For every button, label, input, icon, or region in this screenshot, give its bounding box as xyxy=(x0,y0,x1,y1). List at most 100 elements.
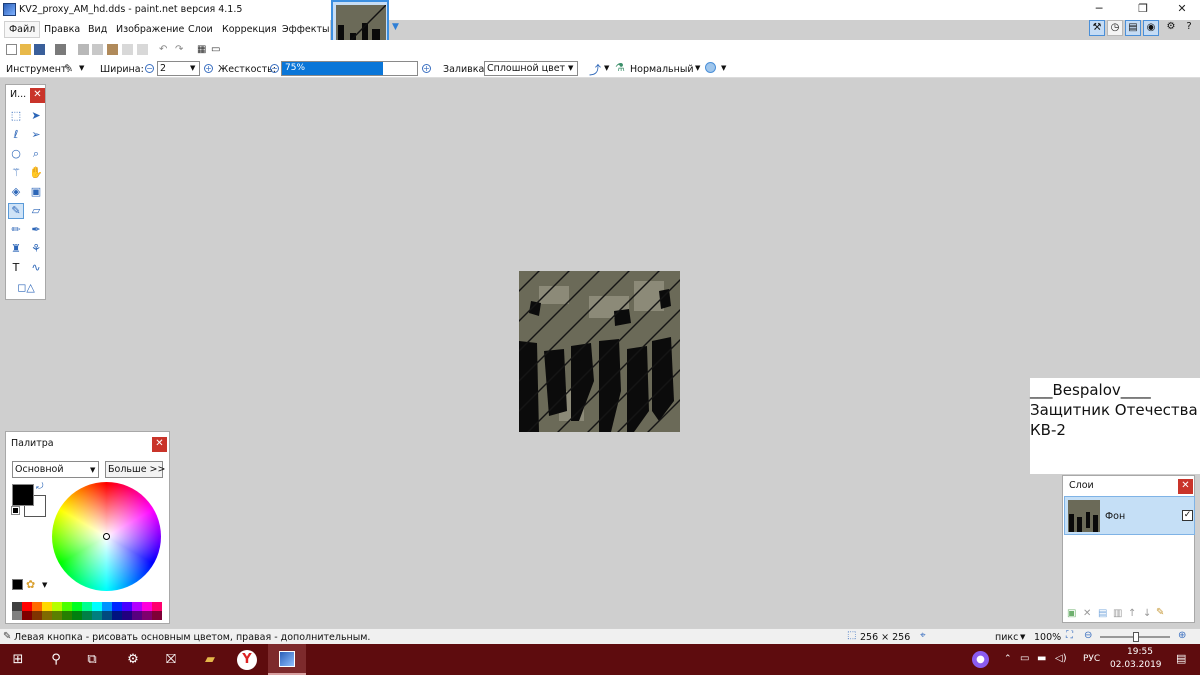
palette-swatch[interactable] xyxy=(12,611,22,620)
width-decrease-icon[interactable]: − xyxy=(145,64,154,73)
palette-swatch[interactable] xyxy=(32,602,42,611)
delete-layer-icon[interactable]: ✕ xyxy=(1083,608,1091,619)
zoom-fit-icon[interactable]: ⛶ xyxy=(1066,630,1073,641)
redo-icon[interactable]: ↷ xyxy=(175,44,186,55)
zoom-icon[interactable]: ⌕ xyxy=(28,146,44,162)
windows-start-icon[interactable]: ⊞ xyxy=(8,650,28,670)
gradient-icon[interactable]: ▣ xyxy=(28,184,44,200)
primary-color-swatch[interactable] xyxy=(12,484,34,506)
search-icon[interactable]: ⚲ xyxy=(46,650,66,670)
magic-wand-icon[interactable]: ⚚ xyxy=(8,165,24,181)
tools-window-toggle-icon[interactable]: ⚒ xyxy=(1089,20,1105,36)
layer-row[interactable]: Фон ✓ xyxy=(1064,496,1195,535)
palette-swatch[interactable] xyxy=(122,602,132,611)
save-icon[interactable] xyxy=(34,44,45,55)
tool-dropdown-icon[interactable]: ▼ xyxy=(79,64,84,72)
task-view-icon[interactable]: ⧉ xyxy=(82,650,102,670)
line-curve-icon[interactable]: ∿ xyxy=(28,260,44,276)
print-icon[interactable] xyxy=(55,44,66,55)
merge-layer-icon[interactable]: ▥ xyxy=(1113,608,1122,619)
undo-icon[interactable]: ↶ xyxy=(159,44,170,55)
volume-icon[interactable]: ◁) xyxy=(1055,653,1067,664)
palette-close-button[interactable]: ✕ xyxy=(152,437,167,452)
palette-swatch[interactable] xyxy=(82,611,92,620)
ellipse-select-icon[interactable]: ○ xyxy=(8,146,24,162)
menu-file[interactable]: Файл xyxy=(4,21,41,38)
palette-swatch[interactable] xyxy=(92,602,102,611)
units-select[interactable]: пикс xyxy=(995,632,1018,643)
antialiasing-dropdown-icon[interactable]: ▼ xyxy=(604,64,609,72)
menu-layers[interactable]: Слои xyxy=(188,24,213,35)
minimize-button[interactable]: ─ xyxy=(1085,0,1113,20)
paintnet-taskbar-button[interactable] xyxy=(268,644,306,675)
pencil-icon[interactable]: ✏ xyxy=(8,222,24,238)
paint-bucket-icon[interactable]: ◈ xyxy=(8,184,24,200)
shapes-icon[interactable]: ◻△ xyxy=(12,280,40,296)
clone-stamp-icon[interactable]: ♜ xyxy=(8,241,24,257)
fill-select[interactable]: Сплошной цвет xyxy=(484,61,578,76)
palette-swatch[interactable] xyxy=(112,611,122,620)
hardness-slider[interactable]: 75% xyxy=(281,61,418,76)
zoom-out-icon[interactable]: ⊖ xyxy=(1084,630,1092,641)
blend-mode-select[interactable]: Нормальный xyxy=(630,64,694,75)
palette-swatch[interactable] xyxy=(132,611,142,620)
settings-gear-icon[interactable]: ⚙ xyxy=(1163,20,1179,36)
ruler-icon[interactable]: ▭ xyxy=(211,44,222,55)
palette-swatch[interactable] xyxy=(92,611,102,620)
fill-dropdown-icon[interactable]: ▼ xyxy=(568,64,573,72)
color-wheel-cursor[interactable] xyxy=(103,533,110,540)
move-layer-down-icon[interactable]: ↓ xyxy=(1143,608,1151,619)
notification-icon[interactable]: ▭ xyxy=(1020,653,1029,664)
palette-swatch[interactable] xyxy=(152,611,162,620)
palette-swatch[interactable] xyxy=(142,611,152,620)
tab-dropdown-icon[interactable]: ▼ xyxy=(392,22,399,32)
rectangle-select-icon[interactable]: ⬚ xyxy=(8,108,24,124)
language-indicator[interactable]: РУС xyxy=(1083,654,1100,664)
reset-colors-icon[interactable] xyxy=(11,506,20,515)
crop-icon[interactable] xyxy=(122,44,133,55)
menu-effects[interactable]: Эффекты xyxy=(282,24,330,35)
tools-close-button[interactable]: ✕ xyxy=(30,88,45,103)
clock-time[interactable]: 19:55 xyxy=(1120,647,1160,657)
network-icon[interactable]: ▬ xyxy=(1037,653,1046,664)
recolor-icon[interactable]: ⚘ xyxy=(28,241,44,257)
palette-swatch[interactable] xyxy=(72,602,82,611)
layers-close-button[interactable]: ✕ xyxy=(1178,479,1193,494)
palette-swatch[interactable] xyxy=(132,602,142,611)
settings-app-icon[interactable]: ⚙ xyxy=(123,650,143,670)
close-window-button[interactable]: ✕ xyxy=(1168,0,1196,20)
deselect-icon[interactable] xyxy=(137,44,148,55)
blend-dropdown-icon[interactable]: ▼ xyxy=(695,64,700,72)
lasso-select-icon[interactable]: ℓ xyxy=(8,127,24,143)
width-dropdown-icon[interactable]: ▼ xyxy=(190,64,195,72)
grid-icon[interactable]: ▦ xyxy=(197,44,208,55)
palette-mode-dropdown-icon[interactable]: ▼ xyxy=(90,466,95,474)
add-layer-icon[interactable]: ▣ xyxy=(1067,608,1076,619)
palette-swatch[interactable] xyxy=(22,602,32,611)
new-file-icon[interactable] xyxy=(6,44,17,55)
zoom-slider-thumb[interactable] xyxy=(1133,632,1139,642)
palette-swatch[interactable] xyxy=(112,602,122,611)
copy-icon[interactable] xyxy=(92,44,103,55)
palette-swatch[interactable] xyxy=(72,611,82,620)
palette-swatch[interactable] xyxy=(62,602,72,611)
palette-swatch[interactable] xyxy=(142,602,152,611)
file-explorer-icon[interactable]: ▰ xyxy=(200,650,220,670)
swap-colors-icon[interactable]: ⤾ xyxy=(36,482,44,492)
text-tool-icon[interactable]: T xyxy=(8,260,24,276)
menu-image[interactable]: Изображение xyxy=(116,24,184,35)
alpha-dropdown-icon[interactable]: ▼ xyxy=(721,64,726,72)
colors-window-toggle-icon[interactable]: ◉ xyxy=(1143,20,1159,36)
open-file-icon[interactable] xyxy=(20,44,31,55)
palette-swatch[interactable] xyxy=(22,611,32,620)
hardness-decrease-icon[interactable]: − xyxy=(270,64,279,73)
palette-swatch[interactable] xyxy=(102,602,112,611)
tray-overflow-icon[interactable]: ⌃ xyxy=(1004,654,1012,664)
palette-swatch[interactable] xyxy=(152,602,162,611)
palette-menu-icon[interactable]: ✿ xyxy=(26,578,35,591)
color-picker-icon[interactable]: ✒ xyxy=(28,222,44,238)
palette-swatch[interactable] xyxy=(42,611,52,620)
paintbrush-icon[interactable]: ✎ xyxy=(8,203,24,219)
palette-swatch[interactable] xyxy=(42,602,52,611)
move-selection-icon[interactable]: ➤ xyxy=(28,108,44,124)
